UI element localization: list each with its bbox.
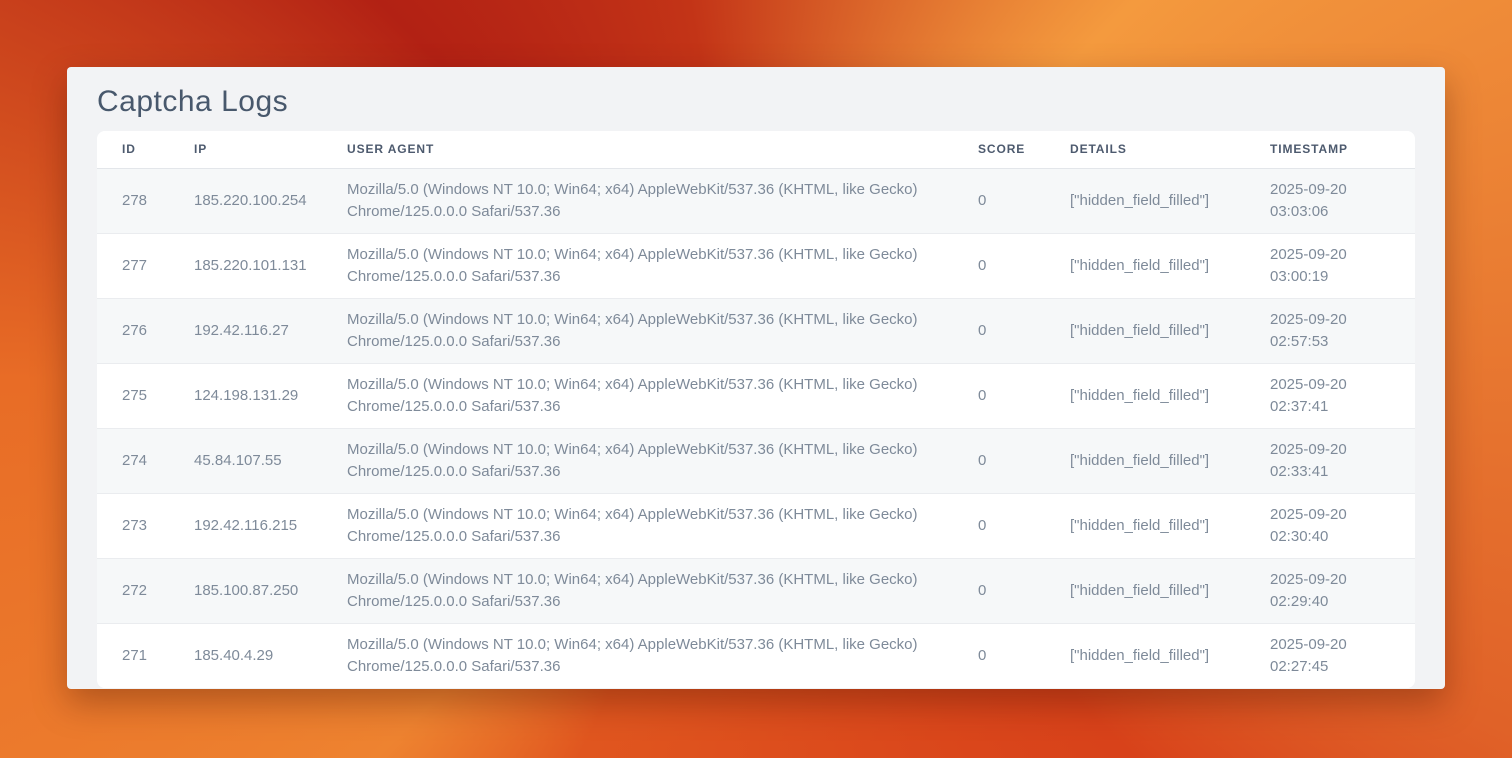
cell-details: ["hidden_field_filled"] — [1045, 168, 1245, 233]
cell-id: 271 — [97, 623, 169, 688]
cell-ip: 45.84.107.55 — [169, 428, 322, 493]
cell-user-agent: Mozilla/5.0 (Windows NT 10.0; Win64; x64… — [322, 233, 953, 298]
panel-header: Captcha Logs — [67, 67, 1445, 131]
cell-score: 0 — [953, 493, 1045, 558]
page-title: Captcha Logs — [97, 85, 288, 119]
cell-score: 0 — [953, 428, 1045, 493]
cell-id: 276 — [97, 298, 169, 363]
cell-score: 0 — [953, 623, 1045, 688]
table-row: 271 185.40.4.29 Mozilla/5.0 (Windows NT … — [97, 623, 1415, 688]
cell-ip: 192.42.116.27 — [169, 298, 322, 363]
cell-details: ["hidden_field_filled"] — [1045, 298, 1245, 363]
table-row: 272 185.100.87.250 Mozilla/5.0 (Windows … — [97, 558, 1415, 623]
cell-ip: 185.100.87.250 — [169, 558, 322, 623]
cell-score: 0 — [953, 558, 1045, 623]
cell-user-agent: Mozilla/5.0 (Windows NT 10.0; Win64; x64… — [322, 168, 953, 233]
cell-details: ["hidden_field_filled"] — [1045, 233, 1245, 298]
cell-ip: 124.198.131.29 — [169, 363, 322, 428]
desktop-background: { "page": { "title": "Captcha Logs" }, "… — [0, 0, 1512, 758]
cell-id: 277 — [97, 233, 169, 298]
column-header-user-agent: USER AGENT — [322, 131, 953, 168]
cell-timestamp: 2025-09-2002:37:41 — [1245, 363, 1415, 428]
table-container: ID IP USER AGENT SCORE DETAILS TIMESTAMP… — [97, 131, 1415, 688]
cell-id: 278 — [97, 168, 169, 233]
table-row: 274 45.84.107.55 Mozilla/5.0 (Windows NT… — [97, 428, 1415, 493]
cell-user-agent: Mozilla/5.0 (Windows NT 10.0; Win64; x64… — [322, 558, 953, 623]
cell-details: ["hidden_field_filled"] — [1045, 363, 1245, 428]
cell-details: ["hidden_field_filled"] — [1045, 428, 1245, 493]
cell-timestamp: 2025-09-2003:00:19 — [1245, 233, 1415, 298]
table-row: 276 192.42.116.27 Mozilla/5.0 (Windows N… — [97, 298, 1415, 363]
table-header-row: ID IP USER AGENT SCORE DETAILS TIMESTAMP — [97, 131, 1415, 168]
cell-details: ["hidden_field_filled"] — [1045, 623, 1245, 688]
captcha-logs-table: ID IP USER AGENT SCORE DETAILS TIMESTAMP… — [97, 131, 1415, 688]
column-header-score: SCORE — [953, 131, 1045, 168]
cell-timestamp: 2025-09-2002:27:45 — [1245, 623, 1415, 688]
table-row: 278 185.220.100.254 Mozilla/5.0 (Windows… — [97, 168, 1415, 233]
cell-score: 0 — [953, 298, 1045, 363]
cell-details: ["hidden_field_filled"] — [1045, 558, 1245, 623]
captcha-logs-panel: Captcha Logs ID IP USER AGENT SCORE DETA… — [67, 67, 1445, 689]
cell-user-agent: Mozilla/5.0 (Windows NT 10.0; Win64; x64… — [322, 428, 953, 493]
cell-id: 272 — [97, 558, 169, 623]
table-header: ID IP USER AGENT SCORE DETAILS TIMESTAMP — [97, 131, 1415, 168]
cell-score: 0 — [953, 363, 1045, 428]
column-header-ip: IP — [169, 131, 322, 168]
table-row: 277 185.220.101.131 Mozilla/5.0 (Windows… — [97, 233, 1415, 298]
cell-user-agent: Mozilla/5.0 (Windows NT 10.0; Win64; x64… — [322, 493, 953, 558]
cell-timestamp: 2025-09-2002:57:53 — [1245, 298, 1415, 363]
cell-user-agent: Mozilla/5.0 (Windows NT 10.0; Win64; x64… — [322, 298, 953, 363]
cell-id: 273 — [97, 493, 169, 558]
table-row: 273 192.42.116.215 Mozilla/5.0 (Windows … — [97, 493, 1415, 558]
cell-details: ["hidden_field_filled"] — [1045, 493, 1245, 558]
cell-score: 0 — [953, 168, 1045, 233]
cell-score: 0 — [953, 233, 1045, 298]
table-body: 278 185.220.100.254 Mozilla/5.0 (Windows… — [97, 168, 1415, 688]
cell-timestamp: 2025-09-2002:29:40 — [1245, 558, 1415, 623]
cell-ip: 185.220.101.131 — [169, 233, 322, 298]
cell-ip: 185.220.100.254 — [169, 168, 322, 233]
cell-user-agent: Mozilla/5.0 (Windows NT 10.0; Win64; x64… — [322, 623, 953, 688]
cell-user-agent: Mozilla/5.0 (Windows NT 10.0; Win64; x64… — [322, 363, 953, 428]
table-row: 275 124.198.131.29 Mozilla/5.0 (Windows … — [97, 363, 1415, 428]
column-header-id: ID — [97, 131, 169, 168]
column-header-timestamp: TIMESTAMP — [1245, 131, 1415, 168]
cell-ip: 192.42.116.215 — [169, 493, 322, 558]
cell-id: 275 — [97, 363, 169, 428]
cell-ip: 185.40.4.29 — [169, 623, 322, 688]
cell-id: 274 — [97, 428, 169, 493]
cell-timestamp: 2025-09-2002:33:41 — [1245, 428, 1415, 493]
column-header-details: DETAILS — [1045, 131, 1245, 168]
cell-timestamp: 2025-09-2002:30:40 — [1245, 493, 1415, 558]
cell-timestamp: 2025-09-2003:03:06 — [1245, 168, 1415, 233]
